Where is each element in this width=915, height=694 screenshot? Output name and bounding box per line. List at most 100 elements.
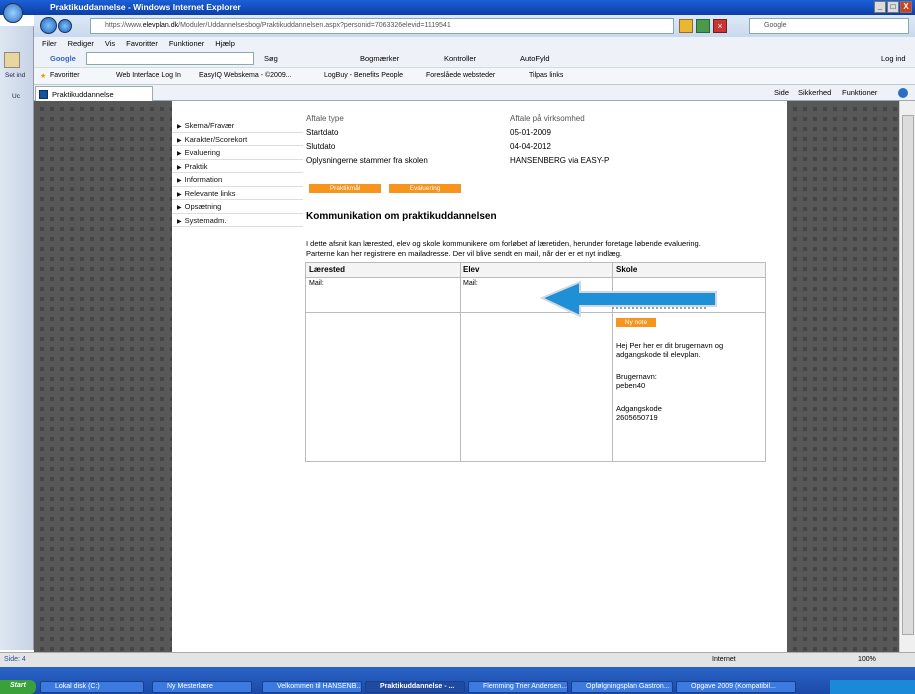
close-button[interactable]: X [900,1,912,13]
address-row: https://www.elevplan.dk/Moduler/Uddannel… [34,15,915,37]
restore-button[interactable]: □ [887,1,899,13]
col-skole: Skole [616,265,638,274]
task-praktikuddannelse[interactable]: Praktikuddannelse - ... [365,681,465,693]
search-input[interactable]: Google [749,18,909,34]
autofyld-button[interactable]: AutoFyld [520,54,550,63]
menu-filer[interactable]: Filer [42,39,57,50]
section-title: Kommunikation om praktikuddannelsen [306,211,497,222]
col-laerested: Lærested [309,265,346,274]
left-side-strip: Set ind Uc [0,26,34,650]
page-icon [39,90,48,99]
minimize-button[interactable]: _ [874,1,886,13]
startdato-label: Startdato [306,128,339,137]
table-header [305,262,766,278]
side-menu: Skema/Fravær Karakter/Scorekort Evalueri… [172,119,303,227]
adgangskode-value: 2605650719 [616,413,658,422]
menu-vis[interactable]: Vis [105,39,115,50]
section-desc-2: Parterne kan her registrere en mailadres… [306,249,622,258]
col-elev: Elev [463,265,480,274]
internet-zone: Internet [712,656,736,663]
funktioner-menu-button[interactable]: Funktioner [842,88,877,97]
sidemenu-systemadm[interactable]: Systemadm. [172,214,303,227]
menu-favoritter[interactable]: Favoritter [126,39,158,50]
oplysninger-value: HANSENBERG via EASY-P [510,156,610,165]
google-logo: Google [50,54,76,63]
fav-easyiq[interactable]: EasyIQ Webskema - ©2009... [199,72,292,79]
right-pattern-background [787,101,899,652]
vertical-scrollbar[interactable] [899,101,915,652]
col-divider-1 [460,262,461,462]
note-text: Hej Per her er dit brugernavn og adgangs… [616,341,724,359]
menu-funktioner[interactable]: Funktioner [169,39,204,50]
tab-bar: Praktikuddannelse Side Sikkerhed Funktio… [34,85,915,101]
lock-icon[interactable] [679,19,693,33]
task-opgave-2009[interactable]: Opgave 2009 (Kompatibil... [676,681,796,693]
task-velkommen[interactable]: Velkommen til HANSENB... [262,681,362,693]
taskbar: Start Lokal disk (C:) Ny Mesterlære Velk… [0,667,915,694]
window-titlebar: Praktikuddannelse - Windows Internet Exp… [0,0,915,15]
task-ny-mesterlaere[interactable]: Ny Mesterlære [152,681,252,693]
help-icon[interactable] [898,88,908,98]
google-toolbar: Google Søg Bogmærker Kontroller AutoFyld… [34,50,915,68]
fav-foreslaaede[interactable]: Foreslåede websteder [426,72,495,79]
sidemenu-skema-fravaer[interactable]: Skema/Fravær [172,119,303,133]
login-button[interactable]: Log ind [881,54,906,63]
brugernavn-value: peben40 [616,381,646,390]
fav-tilpas-links[interactable]: Tilpas links [529,72,563,79]
slutdato-label: Slutdato [306,142,336,151]
menu-rediger[interactable]: Rediger [68,39,94,50]
sikkerhed-menu-button[interactable]: Sikkerhed [798,88,831,97]
left-arrow-icon [540,280,717,318]
side-menu-button[interactable]: Side [774,88,789,97]
aftale-type-value: Aftale på virksomhed [510,114,585,123]
refresh-icon[interactable] [696,19,710,33]
tab-praktikuddannelse[interactable]: Praktikuddannelse [35,86,153,101]
address-domain: elevplan.dk [142,22,179,29]
favorites-label[interactable]: Favoritter [50,72,80,79]
scrollbar-thumb[interactable] [902,115,914,635]
fav-logbuy[interactable]: LogBuy - Benefits People [324,72,403,79]
evaluering-button[interactable]: Evaluering [389,184,461,193]
sidemenu-praktik[interactable]: Praktik [172,160,303,173]
forward-icon[interactable] [58,19,72,33]
fav-web-interface[interactable]: Web Interface Log In [116,72,181,79]
system-tray [830,680,915,694]
office-logo-icon [3,3,23,23]
kontroller-button[interactable]: Kontroller [444,54,476,63]
sog-button[interactable]: Søg [264,54,278,63]
menu-hjaelp[interactable]: Hjælp [215,39,235,50]
status-page: Side: 4 [4,656,26,663]
brugernavn-label: Brugernavn: [616,372,657,381]
menu-bar: Filer Rediger Vis Favoritter Funktioner … [34,37,915,50]
arrow-annotation [540,280,717,318]
laerested-mail-label: Mail: [309,280,324,287]
bogmaerker-button[interactable]: Bogmærker [360,54,399,63]
elev-mail-label: Mail: [463,280,478,287]
section-desc-1: I dette afsnit kan lærested, elev og sko… [306,239,701,248]
google-search-input[interactable] [86,52,254,65]
sidemenu-opsaetning[interactable]: Opsætning [172,200,303,214]
task-lokal-disk[interactable]: Lokal disk (C:) [40,681,144,693]
favorites-bar: ★ Favoritter Web Interface Log In EasyIQ… [34,68,915,85]
address-path: /Moduler/Uddannelsesbog/Praktikuddannels… [178,22,451,29]
back-icon[interactable] [40,17,57,34]
star-icon[interactable]: ★ [40,72,46,80]
task-opfoelgningsplan[interactable]: Opfølgningsplan Gastron... [571,681,673,693]
ny-note-button[interactable]: Ny note [616,318,656,327]
slutdato-value: 04-04-2012 [510,142,551,151]
task-flemming[interactable]: Flemming Trier Andersen... [468,681,568,693]
sidemenu-karakter-scorekort[interactable]: Karakter/Scorekort [172,133,303,146]
address-bar[interactable]: https://www.elevplan.dk/Moduler/Uddannel… [90,18,674,34]
praktikmaal-button[interactable]: Praktikmål [309,184,381,193]
set-ind-label: Set ind [5,72,26,79]
oplysninger-label: Oplysningerne stammer fra skolen [306,156,428,165]
start-button[interactable]: Start [0,680,36,694]
sidemenu-evaluering[interactable]: Evaluering [172,146,303,160]
uc-label: Uc [12,93,20,100]
sidemenu-information[interactable]: Information [172,173,303,187]
sidemenu-relevante-links[interactable]: Relevante links [172,187,303,200]
stop-icon[interactable]: × [713,19,727,33]
zoom-level[interactable]: 100% [858,656,876,663]
startdato-value: 05-01-2009 [510,128,551,137]
clipboard-icon[interactable] [4,52,20,68]
